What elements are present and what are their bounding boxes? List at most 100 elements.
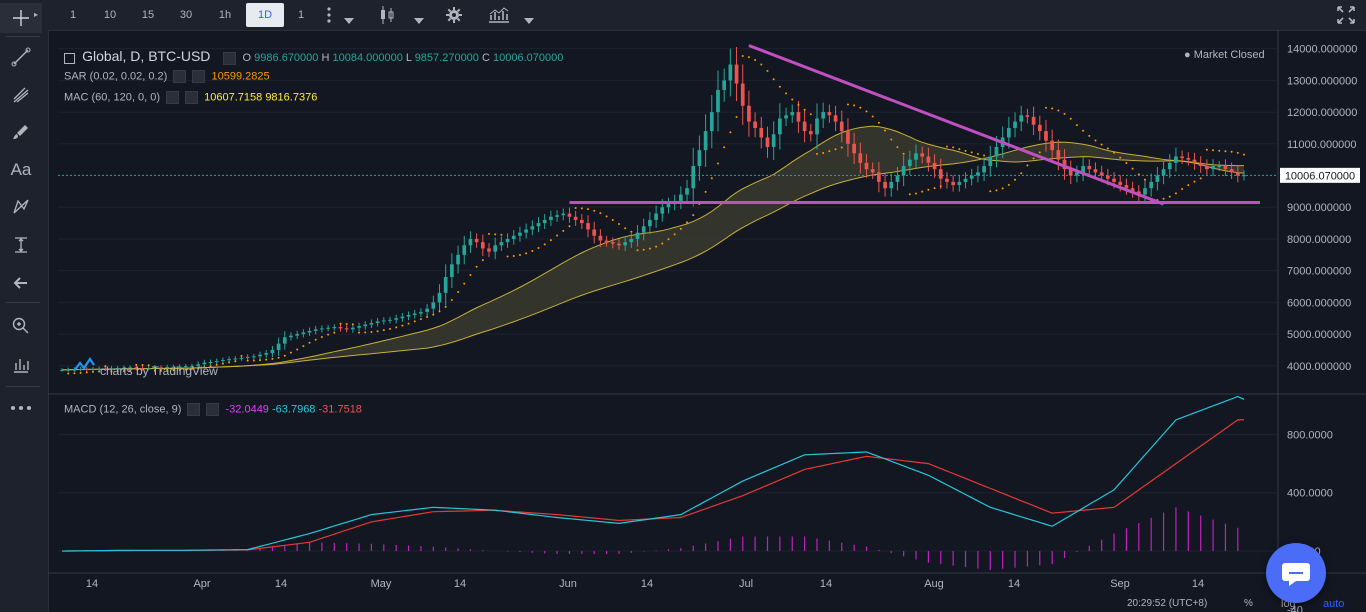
candle-body	[1205, 166, 1209, 170]
sar-dot	[556, 234, 559, 237]
candle	[969, 168, 974, 186]
candle	[375, 317, 380, 327]
open-value: 9986.670000	[254, 52, 319, 64]
sar-dot	[890, 138, 893, 141]
sar-dot	[617, 223, 620, 226]
candle-body	[289, 335, 293, 338]
collapse-icon[interactable]	[64, 52, 75, 64]
candle	[555, 210, 559, 222]
sar-dot	[463, 282, 466, 285]
sar-dot	[976, 152, 979, 155]
sar-dot	[624, 227, 627, 230]
sar-dot	[252, 359, 255, 362]
sar-dot	[506, 255, 509, 258]
sar-dot	[754, 59, 757, 62]
candle	[1037, 115, 1042, 141]
candle	[474, 233, 479, 248]
sar-dot	[259, 359, 262, 362]
candle	[295, 330, 300, 340]
candle	[245, 354, 250, 361]
sar-dot	[488, 232, 491, 235]
sar-dot	[927, 188, 930, 191]
macd-legend: MACD (12, 26, close, 9) -32.0449 -63.796…	[64, 403, 362, 416]
sar-dot	[785, 92, 788, 95]
sar-label: SAR (0.02, 0.02, 0.2)	[64, 70, 168, 83]
sar-dot	[580, 207, 583, 210]
candle-body	[889, 181, 894, 189]
sar-dot	[419, 318, 422, 321]
candle-body	[549, 216, 553, 220]
macd-settings-icon[interactable]	[187, 403, 201, 416]
candle-body	[84, 368, 89, 370]
sar-close-icon[interactable]	[192, 70, 206, 83]
candle-body	[332, 327, 337, 329]
candle-body	[988, 156, 993, 167]
sar-dot	[320, 336, 323, 339]
candle	[450, 253, 454, 289]
sar-dot	[549, 239, 552, 242]
sar-dot	[1193, 180, 1196, 183]
sar-dot	[568, 225, 571, 228]
candle	[833, 105, 838, 131]
time-axis-label: 14	[275, 578, 287, 590]
candle	[264, 350, 269, 358]
auto-toggle[interactable]: auto	[1323, 598, 1344, 610]
price-axis-label: 14000.000000	[1287, 44, 1357, 56]
candle-body	[722, 80, 727, 90]
mac-close-icon[interactable]	[185, 91, 199, 104]
candle	[753, 112, 757, 138]
candle-body	[60, 369, 64, 371]
sar-dot	[277, 356, 280, 359]
sar-dot	[283, 354, 286, 357]
candle	[945, 172, 949, 189]
sar-dot	[1088, 134, 1091, 137]
time-axis-label: Sep	[1110, 578, 1130, 590]
candle-body	[994, 146, 999, 157]
sar-dot	[958, 148, 961, 151]
sar-dot	[1032, 157, 1035, 160]
candle-body	[938, 169, 943, 179]
price-axis-label: 8000.000000	[1287, 234, 1351, 246]
sar-dot	[1051, 107, 1054, 110]
macd-close-icon[interactable]	[206, 403, 220, 416]
candle-body	[295, 334, 300, 336]
settings-icon[interactable]	[223, 51, 237, 65]
macd-label: MACD (12, 26, close, 9)	[64, 403, 182, 416]
chat-button[interactable]	[1266, 543, 1326, 603]
candle-body	[326, 327, 330, 329]
candle-body	[833, 115, 838, 122]
percent-toggle[interactable]: %	[1244, 598, 1253, 609]
candle-body	[920, 153, 925, 157]
sar-dot	[401, 324, 404, 327]
mac-settings-icon[interactable]	[166, 91, 180, 104]
candle	[524, 223, 528, 239]
candle-body	[1223, 166, 1228, 170]
sar-dot	[865, 110, 868, 113]
sar-dot	[73, 372, 76, 375]
candle	[1130, 181, 1135, 198]
candle	[740, 64, 745, 125]
candle-body	[78, 368, 83, 370]
sar-dot	[822, 152, 825, 155]
candle	[400, 313, 405, 322]
time-axis-label: 14	[641, 578, 653, 590]
sar-dot	[828, 150, 831, 153]
candle-body	[1229, 169, 1234, 173]
candle-body	[1198, 162, 1203, 167]
sar-dot	[599, 212, 602, 215]
candle	[685, 179, 689, 203]
candle	[91, 366, 95, 372]
sar-settings-icon[interactable]	[173, 70, 187, 83]
candle	[1167, 154, 1172, 178]
candle-body	[660, 207, 665, 214]
candle	[487, 242, 491, 258]
candle	[654, 205, 658, 228]
sar-dot	[1119, 156, 1122, 159]
sar-dot	[376, 330, 379, 333]
sar-dot	[1174, 192, 1177, 195]
sar-dot	[1131, 167, 1134, 170]
sar-dot	[1007, 183, 1010, 186]
candle-body	[536, 223, 541, 227]
sar-dot	[426, 315, 429, 318]
candle-body	[604, 240, 609, 243]
